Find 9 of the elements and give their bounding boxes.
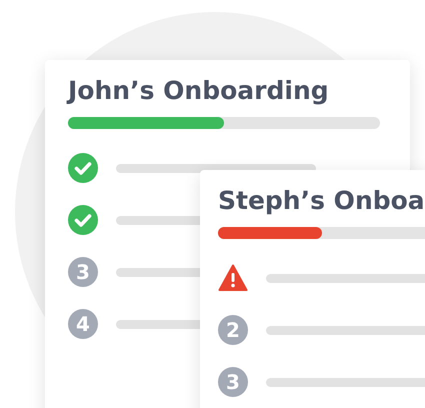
check-circle-icon	[68, 205, 98, 235]
step-number: 4	[68, 309, 98, 339]
warning-icon	[218, 263, 248, 293]
card-title: Steph’s Onboa	[218, 186, 425, 215]
card-title: John’s Onboarding	[68, 76, 329, 105]
step-number: 3	[68, 257, 98, 287]
step-number: 2	[218, 315, 248, 345]
check-circle-icon	[68, 153, 98, 183]
step-number: 3	[218, 367, 248, 397]
